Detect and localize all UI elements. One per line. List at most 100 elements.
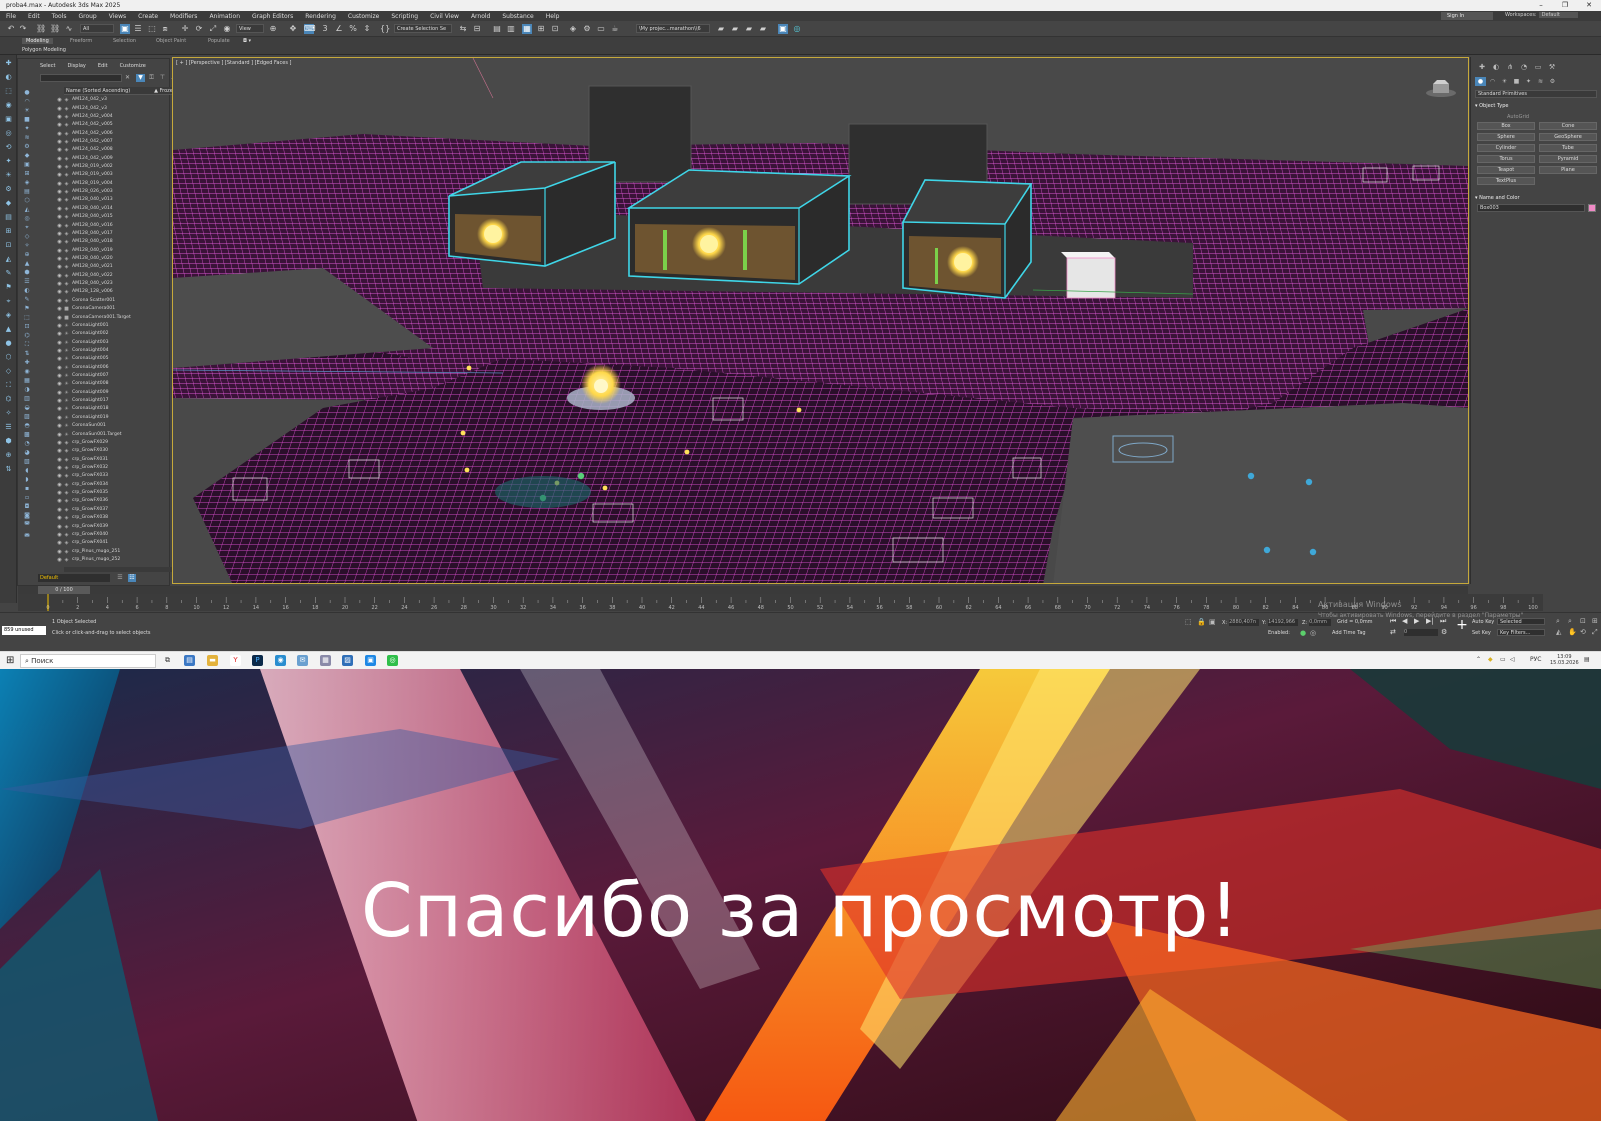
ribbon-polygon-modeling[interactable]: Polygon Modeling xyxy=(22,47,66,53)
corona-app-icon[interactable]: ▨ xyxy=(342,655,353,666)
visibility-eye-icon[interactable]: ◉ xyxy=(56,222,63,230)
explorer-row[interactable]: ◉ ◈ AM128_040_v017 xyxy=(56,230,170,238)
filter-expand-icon[interactable]: ⛶ xyxy=(23,341,31,348)
visibility-eye-icon[interactable]: ◉ xyxy=(56,548,63,556)
spinner-snap-icon[interactable]: ⇕ xyxy=(362,24,372,34)
3dsmax-app-icon[interactable]: ▦ xyxy=(320,655,331,666)
helper-tool-icon[interactable]: ✦ xyxy=(3,156,14,167)
swap-tool-icon[interactable]: ⇅ xyxy=(3,464,14,475)
lights-icon[interactable]: ☀ xyxy=(1499,77,1510,86)
filter-bond-icon[interactable]: ⌬ xyxy=(23,332,31,339)
explorer-row[interactable]: ◉ ☀ CoronaLight009 xyxy=(56,389,170,397)
filter-flag-icon[interactable]: ⚑ xyxy=(23,305,31,312)
utilities-tool-icon[interactable]: ◎ xyxy=(3,128,14,139)
explorer-row[interactable]: ◉ ■ CoronaCamera001.Target xyxy=(56,313,170,321)
filter-plus-icon[interactable]: ✚ xyxy=(23,359,31,366)
helpers-icon[interactable]: ✦ xyxy=(1523,77,1534,86)
filter-frozen-icon[interactable]: ▤ xyxy=(23,188,31,195)
filter-tiny-icon[interactable]: ▫ xyxy=(23,494,31,501)
explorer-row[interactable]: ◉ ◈ AM124_042_v3 xyxy=(56,96,170,104)
menu-rendering[interactable]: Rendering xyxy=(299,13,342,20)
keyboard-language[interactable]: РУС xyxy=(1530,656,1541,663)
orbit-icon[interactable]: ⟲ xyxy=(1580,628,1586,636)
select-manipulate-icon[interactable]: ✥ xyxy=(288,24,298,34)
filter-wedge-b-icon[interactable]: ◛ xyxy=(23,530,31,537)
selection-filter-dropdown[interactable]: All xyxy=(80,24,114,33)
explorer-row[interactable]: ◉ ◈ AM124_042_v009 xyxy=(56,155,170,163)
visibility-eye-icon[interactable]: ◉ xyxy=(56,472,63,480)
filter-wedge-icon[interactable]: ◚ xyxy=(23,521,31,528)
visibility-eye-icon[interactable]: ◉ xyxy=(56,556,63,564)
maximize-viewport-icon[interactable]: ⤢ xyxy=(1592,628,1598,637)
filter-cone-icon[interactable]: ▲ xyxy=(23,260,31,267)
filter-hidden-icon[interactable]: ⬡ xyxy=(23,197,31,204)
filter-arc-icon[interactable]: ◓ xyxy=(23,422,31,429)
time-slider-knob[interactable]: 0 / 100 xyxy=(38,586,90,594)
menu-civil-view[interactable]: Civil View xyxy=(424,13,465,20)
undo-icon[interactable]: ↶ xyxy=(6,24,16,34)
filter-quarter-icon[interactable]: ◑ xyxy=(23,386,31,393)
toggle-ribbon-icon[interactable]: ▦ xyxy=(522,24,532,34)
visibility-eye-icon[interactable]: ◉ xyxy=(56,489,63,497)
taskbar-search[interactable]: ⌕ Поиск xyxy=(20,654,156,668)
menu-file[interactable]: File xyxy=(0,13,22,20)
minimize-button[interactable]: – xyxy=(1529,0,1553,11)
project-folder-icon[interactable]: ▰ xyxy=(716,24,726,34)
orbit-tool-icon[interactable]: ⟲ xyxy=(3,142,14,153)
filter-lights-icon[interactable]: ☀ xyxy=(23,107,31,114)
filter-prism-icon[interactable]: ◭ xyxy=(23,206,31,213)
explorer-row[interactable]: ◉ ◈ crp_GrowFX032 xyxy=(56,464,170,472)
filter-cursor-icon[interactable]: ⌖ xyxy=(23,224,31,231)
visibility-eye-icon[interactable]: ◉ xyxy=(56,447,63,455)
light-tool-icon[interactable]: ☀ xyxy=(3,170,14,181)
z-value[interactable]: 0,0mm xyxy=(1309,619,1332,626)
visibility-eye-icon[interactable]: ◉ xyxy=(56,297,63,305)
geometry-icon[interactable]: ● xyxy=(1475,77,1486,86)
shape-tool-icon[interactable]: ◆ xyxy=(3,198,14,209)
explorer-row[interactable]: ◉ ☀ CoronaLight001 xyxy=(56,322,170,330)
bind-spacewarp-icon[interactable]: ∿ xyxy=(64,24,74,34)
explorer-row[interactable]: ◉ ◈ AM128_040_v021 xyxy=(56,263,170,271)
filter-inverse-ring-icon[interactable]: ◙ xyxy=(23,512,31,519)
filter-inverse-icon[interactable]: ◘ xyxy=(23,503,31,510)
explorer-row[interactable]: ◉ ☀ CoronaLight002 xyxy=(56,330,170,338)
active-layer-dropdown[interactable]: Default xyxy=(38,574,110,582)
visibility-eye-icon[interactable]: ◉ xyxy=(56,497,63,505)
visibility-eye-icon[interactable]: ◉ xyxy=(56,263,63,271)
explorer-search-input[interactable] xyxy=(40,74,122,82)
display-tab-icon[interactable]: ▭ xyxy=(1531,63,1545,71)
mail-app-icon[interactable]: ✉ xyxy=(297,655,308,666)
filter-grid-icon[interactable]: ▦ xyxy=(23,377,31,384)
select-object-icon[interactable]: ▣ xyxy=(120,24,130,34)
visibility-eye-icon[interactable]: ◉ xyxy=(56,414,63,422)
visibility-eye-icon[interactable]: ◉ xyxy=(56,380,63,388)
material-tool-icon[interactable]: ◈ xyxy=(3,310,14,321)
unlink-icon[interactable]: ⛓ xyxy=(50,24,60,34)
visibility-eye-icon[interactable]: ◉ xyxy=(56,347,63,355)
align-icon[interactable]: ⊟ xyxy=(472,24,482,34)
spark-tool-icon[interactable]: ✧ xyxy=(3,408,14,419)
primitive-tube-button[interactable]: Tube xyxy=(1539,144,1597,152)
menu-animation[interactable]: Animation xyxy=(203,13,246,20)
primitive-plane-button[interactable]: Plane xyxy=(1539,166,1597,174)
filter-swap-icon[interactable]: ⇅ xyxy=(23,350,31,357)
visibility-eye-icon[interactable]: ◉ xyxy=(56,130,63,138)
explorer-row[interactable]: ◉ ◈ crp_GrowFX029 xyxy=(56,439,170,447)
corona-vfb-icon[interactable]: ▣ xyxy=(778,24,788,34)
key-filters-button[interactable]: Key Filters... xyxy=(1497,629,1545,636)
systems-icon[interactable]: ⚙ xyxy=(1547,77,1558,86)
filter-groups-icon[interactable]: ⊞ xyxy=(23,170,31,177)
primitive-torus-button[interactable]: Torus xyxy=(1477,155,1535,163)
network-icon[interactable]: ▭ xyxy=(1500,656,1506,663)
explorer-row[interactable]: ◉ ◈ crp_GrowFX033 xyxy=(56,472,170,480)
tray-app-icon[interactable]: ◆ xyxy=(1488,656,1493,663)
visibility-eye-icon[interactable]: ◉ xyxy=(56,523,63,531)
explorer-menu-select[interactable]: Select xyxy=(40,63,55,69)
render-production-icon[interactable]: ☕ xyxy=(610,24,620,34)
edit-named-selection-icon[interactable]: {} xyxy=(380,24,390,34)
filter-helpers-icon[interactable]: ✦ xyxy=(23,125,31,132)
edit-tool-icon[interactable]: ✎ xyxy=(3,268,14,279)
filter-small-icon[interactable]: ▪ xyxy=(23,485,31,492)
settings-app-icon[interactable]: ▣ xyxy=(365,655,376,666)
workspaces-selector[interactable]: Workspaces: Default xyxy=(1505,12,1578,18)
